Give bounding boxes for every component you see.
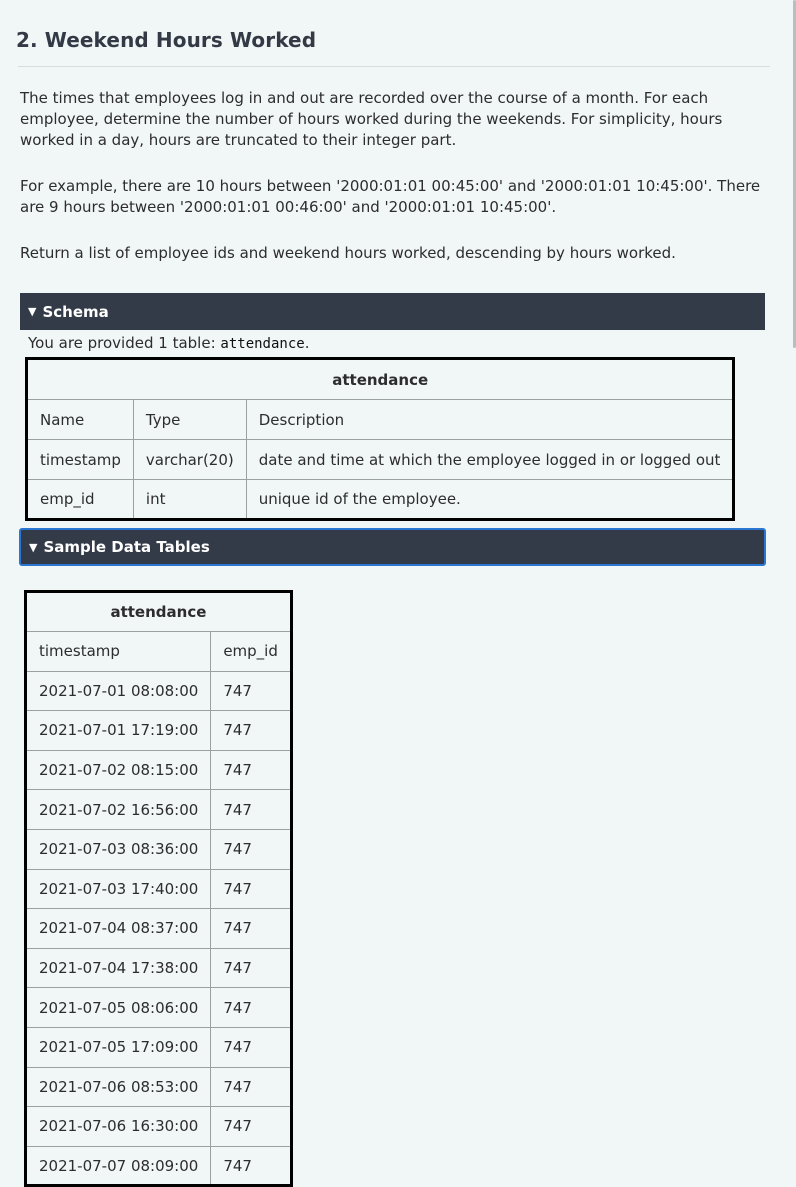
emp-id-cell: 747 (210, 868, 292, 910)
sample-table-caption-row: attendance (25, 591, 292, 632)
timestamp-cell: 2021-07-01 08:08:00 (24, 670, 212, 712)
table-row: 2021-07-06 16:30:00 747 (24, 1106, 292, 1147)
table-row: 2021-07-01 08:08:00 747 (24, 670, 292, 712)
table-row: emp_id int unique id of the employee. (26, 479, 735, 520)
emp-id-cell: 747 (210, 789, 292, 830)
emp-id-cell: 747 (210, 749, 292, 791)
provided-tables-prefix: You are provided 1 table: (28, 334, 221, 352)
timestamp-cell: 2021-07-03 17:40:00 (24, 868, 212, 910)
table-row: 2021-07-05 17:09:00 747 (24, 1026, 292, 1068)
emp-id-cell: 747 (210, 947, 292, 989)
page-scrollbar[interactable] (790, 0, 796, 1161)
table-row: 2021-07-05 08:06:00 747 (24, 987, 292, 1028)
emp-id-cell: 747 (210, 710, 292, 751)
timestamp-cell: 2021-07-01 17:19:00 (24, 710, 212, 751)
schema-cell-name: emp_id (26, 479, 134, 520)
timestamp-cell: 2021-07-02 08:15:00 (24, 749, 212, 791)
schema-cell-name: timestamp (26, 439, 134, 480)
table-row: 2021-07-01 17:19:00 747 (24, 710, 292, 751)
emp-id-cell: 747 (210, 828, 292, 870)
schema-header-name: Name (26, 399, 134, 440)
sample-table-caption: attendance (25, 591, 292, 632)
schema-cell-description: unique id of the employee. (245, 479, 735, 520)
timestamp-cell: 2021-07-06 16:30:00 (24, 1106, 212, 1147)
provided-table-name: attendance (220, 336, 305, 352)
timestamp-cell: 2021-07-05 08:06:00 (24, 987, 212, 1028)
table-row: 2021-07-03 08:36:00 747 (24, 828, 292, 870)
sample-header-emp-id: emp_id (210, 631, 292, 672)
sample-data-section-toggle[interactable]: ▼ Sample Data Tables (19, 528, 766, 566)
emp-id-cell: 747 (210, 1066, 292, 1108)
schema-cell-type: int (132, 479, 247, 520)
schema-table-header-row: Name Type Description (26, 399, 735, 440)
emp-id-cell: 747 (210, 987, 292, 1028)
sample-table-header-row: timestamp emp_id (24, 631, 292, 672)
emp-id-cell: 747 (210, 1106, 292, 1147)
timestamp-cell: 2021-07-05 17:09:00 (24, 1026, 212, 1068)
timestamp-cell: 2021-07-04 17:38:00 (24, 947, 212, 989)
expand-triangle-icon: ▼ (29, 540, 38, 554)
schema-cell-description: date and time at which the employee logg… (245, 439, 735, 480)
timestamp-cell: 2021-07-04 08:37:00 (24, 908, 212, 949)
emp-id-cell: 747 (210, 908, 292, 949)
expand-triangle-icon: ▼ (28, 305, 37, 318)
description-paragraph-1: The times that employees log in and out … (20, 89, 723, 149)
table-row: 2021-07-07 08:09:00 747 (24, 1145, 292, 1187)
schema-section-toggle[interactable]: ▼ Schema (20, 293, 765, 330)
provided-tables-note: You are provided 1 table: attendance. (28, 334, 309, 352)
table-row: 2021-07-02 16:56:00 747 (24, 789, 292, 830)
schema-table-caption: attendance (25, 358, 735, 400)
emp-id-cell: 747 (210, 1026, 292, 1068)
schema-cell-type: varchar(20) (132, 439, 247, 480)
timestamp-cell: 2021-07-06 08:53:00 (24, 1066, 212, 1108)
table-row: 2021-07-02 08:15:00 747 (24, 749, 292, 791)
table-row: 2021-07-03 17:40:00 747 (24, 868, 292, 910)
sample-data-section-label: Sample Data Tables (43, 538, 210, 556)
timestamp-cell: 2021-07-07 08:09:00 (24, 1145, 212, 1187)
table-row: 2021-07-06 08:53:00 747 (24, 1066, 292, 1108)
schema-table: attendance Name Type Description timesta… (25, 357, 736, 521)
provided-tables-suffix: . (304, 334, 310, 352)
description-paragraph-2: For example, there are 10 hours between … (20, 177, 761, 216)
schema-table-caption-row: attendance (25, 358, 735, 400)
table-row: 2021-07-04 08:37:00 747 (24, 908, 292, 949)
table-row: 2021-07-04 17:38:00 747 (24, 947, 292, 989)
emp-id-cell: 747 (210, 1145, 292, 1187)
schema-section-label: Schema (42, 302, 109, 321)
problem-page: 2. Weekend Hours Worked The times that e… (0, 0, 790, 1187)
sample-header-timestamp: timestamp (24, 631, 212, 672)
title-divider (18, 66, 770, 67)
schema-header-description: Description (245, 399, 735, 440)
timestamp-cell: 2021-07-02 16:56:00 (24, 789, 212, 830)
page-title: 2. Weekend Hours Worked (16, 28, 317, 52)
timestamp-cell: 2021-07-03 08:36:00 (24, 828, 212, 870)
emp-id-cell: 747 (210, 670, 292, 712)
schema-header-type: Type (132, 399, 247, 440)
table-row: timestamp varchar(20) date and time at w… (26, 439, 735, 480)
description-paragraph-3: Return a list of employee ids and weeken… (20, 244, 676, 262)
sample-data-table: attendance timestamp emp_id 2021-07-01 0… (24, 590, 293, 1187)
